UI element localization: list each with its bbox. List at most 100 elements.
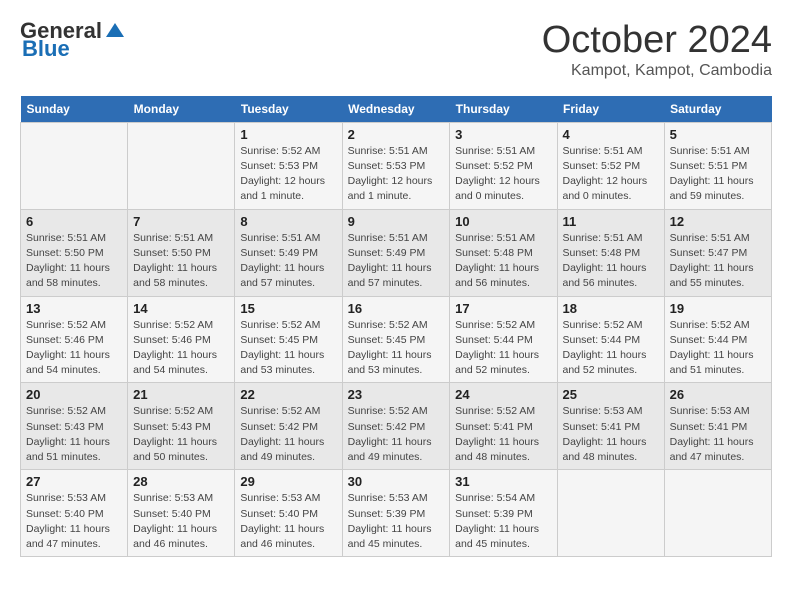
day-info: Sunrise: 5:52 AM Sunset: 5:44 PM Dayligh…	[670, 318, 766, 379]
week-row-2: 6 Sunrise: 5:51 AM Sunset: 5:50 PM Daylig…	[21, 209, 772, 296]
logo-arrow-icon	[104, 19, 126, 41]
day-info: Sunrise: 5:51 AM Sunset: 5:48 PM Dayligh…	[563, 231, 659, 292]
calendar-cell: 24Sunrise: 5:52 AM Sunset: 5:41 PM Dayli…	[450, 383, 557, 470]
day-info: Sunrise: 5:53 AM Sunset: 5:40 PM Dayligh…	[240, 491, 336, 552]
day-number: 17	[455, 301, 551, 316]
calendar-cell: 16 Sunrise: 5:52 AM Sunset: 5:45 PM Dayli…	[342, 296, 450, 383]
day-number: 29	[240, 474, 336, 489]
day-number: 2	[348, 127, 445, 142]
calendar-cell: 7 Sunrise: 5:51 AM Sunset: 5:50 PM Daylig…	[128, 209, 235, 296]
day-info: Sunrise: 5:52 AM Sunset: 5:43 PM Dayligh…	[133, 404, 229, 465]
week-row-3: 13 Sunrise: 5:52 AM Sunset: 5:46 PM Dayli…	[21, 296, 772, 383]
month-title: October 2024	[542, 20, 772, 62]
calendar-cell: 8Sunrise: 5:51 AM Sunset: 5:49 PM Daylig…	[235, 209, 342, 296]
day-info: Sunrise: 5:53 AM Sunset: 5:40 PM Dayligh…	[133, 491, 229, 552]
day-info: Sunrise: 5:52 AM Sunset: 5:42 PM Dayligh…	[240, 404, 336, 465]
day-number: 11	[563, 214, 659, 229]
calendar-cell: 30 Sunrise: 5:53 AM Sunset: 5:39 PM Dayli…	[342, 470, 450, 557]
day-info: Sunrise: 5:51 AM Sunset: 5:50 PM Dayligh…	[133, 231, 229, 292]
day-info: Sunrise: 5:52 AM Sunset: 5:45 PM Dayligh…	[348, 318, 445, 379]
day-number: 8	[240, 214, 336, 229]
day-number: 15	[240, 301, 336, 316]
day-number: 14	[133, 301, 229, 316]
calendar-cell: 4 Sunrise: 5:51 AM Sunset: 5:52 PM Daylig…	[557, 122, 664, 209]
day-number: 27	[26, 474, 122, 489]
day-number: 26	[670, 387, 766, 402]
calendar-cell	[557, 470, 664, 557]
day-info: Sunrise: 5:51 AM Sunset: 5:49 PM Dayligh…	[348, 231, 445, 292]
day-info: Sunrise: 5:53 AM Sunset: 5:39 PM Dayligh…	[348, 491, 445, 552]
calendar-cell: 18Sunrise: 5:52 AM Sunset: 5:44 PM Dayli…	[557, 296, 664, 383]
calendar-cell: 11 Sunrise: 5:51 AM Sunset: 5:48 PM Dayli…	[557, 209, 664, 296]
week-row-4: 20 Sunrise: 5:52 AM Sunset: 5:43 PM Dayli…	[21, 383, 772, 470]
day-number: 24	[455, 387, 551, 402]
calendar-cell: 21Sunrise: 5:52 AM Sunset: 5:43 PM Dayli…	[128, 383, 235, 470]
calendar-cell: 5 Sunrise: 5:51 AM Sunset: 5:51 PM Daylig…	[664, 122, 771, 209]
day-number: 9	[348, 214, 445, 229]
calendar-cell: 22 Sunrise: 5:52 AM Sunset: 5:42 PM Dayli…	[235, 383, 342, 470]
day-number: 19	[670, 301, 766, 316]
day-info: Sunrise: 5:51 AM Sunset: 5:48 PM Dayligh…	[455, 231, 551, 292]
day-number: 23	[348, 387, 445, 402]
calendar-cell: 31 Sunrise: 5:54 AM Sunset: 5:39 PM Dayli…	[450, 470, 557, 557]
calendar-table: SundayMondayTuesdayWednesdayThursdayFrid…	[20, 96, 772, 557]
page-header: General Blue October 2024 Kampot, Kampot…	[20, 20, 772, 80]
day-number: 7	[133, 214, 229, 229]
day-info: Sunrise: 5:52 AM Sunset: 5:45 PM Dayligh…	[240, 318, 336, 379]
title-block: October 2024 Kampot, Kampot, Cambodia	[542, 20, 772, 80]
week-row-5: 27 Sunrise: 5:53 AM Sunset: 5:40 PM Dayli…	[21, 470, 772, 557]
calendar-cell: 27 Sunrise: 5:53 AM Sunset: 5:40 PM Dayli…	[21, 470, 128, 557]
week-row-1: 1 Sunrise: 5:52 AM Sunset: 5:53 PM Daylig…	[21, 122, 772, 209]
day-number: 28	[133, 474, 229, 489]
calendar-cell	[21, 122, 128, 209]
day-number: 20	[26, 387, 122, 402]
day-info: Sunrise: 5:52 AM Sunset: 5:43 PM Dayligh…	[26, 404, 122, 465]
day-info: Sunrise: 5:51 AM Sunset: 5:47 PM Dayligh…	[670, 231, 766, 292]
day-info: Sunrise: 5:52 AM Sunset: 5:46 PM Dayligh…	[26, 318, 122, 379]
day-info: Sunrise: 5:52 AM Sunset: 5:53 PM Dayligh…	[240, 144, 336, 205]
col-header-wednesday: Wednesday	[342, 96, 450, 123]
day-number: 13	[26, 301, 122, 316]
calendar-cell: 23Sunrise: 5:52 AM Sunset: 5:42 PM Dayli…	[342, 383, 450, 470]
day-info: Sunrise: 5:53 AM Sunset: 5:41 PM Dayligh…	[670, 404, 766, 465]
location: Kampot, Kampot, Cambodia	[542, 62, 772, 80]
day-number: 4	[563, 127, 659, 142]
calendar-cell: 2 Sunrise: 5:51 AM Sunset: 5:53 PM Daylig…	[342, 122, 450, 209]
day-info: Sunrise: 5:53 AM Sunset: 5:41 PM Dayligh…	[563, 404, 659, 465]
day-number: 5	[670, 127, 766, 142]
calendar-cell: 12Sunrise: 5:51 AM Sunset: 5:47 PM Dayli…	[664, 209, 771, 296]
day-info: Sunrise: 5:52 AM Sunset: 5:44 PM Dayligh…	[563, 318, 659, 379]
calendar-cell: 10Sunrise: 5:51 AM Sunset: 5:48 PM Dayli…	[450, 209, 557, 296]
calendar-cell: 3Sunrise: 5:51 AM Sunset: 5:52 PM Daylig…	[450, 122, 557, 209]
calendar-cell: 17 Sunrise: 5:52 AM Sunset: 5:44 PM Dayli…	[450, 296, 557, 383]
day-number: 31	[455, 474, 551, 489]
calendar-cell	[128, 122, 235, 209]
day-number: 1	[240, 127, 336, 142]
day-number: 16	[348, 301, 445, 316]
calendar-cell: 15 Sunrise: 5:52 AM Sunset: 5:45 PM Dayli…	[235, 296, 342, 383]
calendar-header-row: SundayMondayTuesdayWednesdayThursdayFrid…	[21, 96, 772, 123]
day-info: Sunrise: 5:51 AM Sunset: 5:52 PM Dayligh…	[563, 144, 659, 205]
calendar-cell: 20 Sunrise: 5:52 AM Sunset: 5:43 PM Dayli…	[21, 383, 128, 470]
col-header-monday: Monday	[128, 96, 235, 123]
calendar-cell: 26 Sunrise: 5:53 AM Sunset: 5:41 PM Dayli…	[664, 383, 771, 470]
day-info: Sunrise: 5:51 AM Sunset: 5:51 PM Dayligh…	[670, 144, 766, 205]
calendar-cell: 29 Sunrise: 5:53 AM Sunset: 5:40 PM Dayli…	[235, 470, 342, 557]
logo: General Blue	[20, 20, 126, 60]
logo-blue-text: Blue	[22, 38, 70, 60]
day-number: 22	[240, 387, 336, 402]
day-number: 30	[348, 474, 445, 489]
calendar-cell: 25Sunrise: 5:53 AM Sunset: 5:41 PM Dayli…	[557, 383, 664, 470]
day-info: Sunrise: 5:51 AM Sunset: 5:50 PM Dayligh…	[26, 231, 122, 292]
calendar-cell: 28 Sunrise: 5:53 AM Sunset: 5:40 PM Dayli…	[128, 470, 235, 557]
calendar-cell: 19 Sunrise: 5:52 AM Sunset: 5:44 PM Dayli…	[664, 296, 771, 383]
calendar-cell: 13 Sunrise: 5:52 AM Sunset: 5:46 PM Dayli…	[21, 296, 128, 383]
day-info: Sunrise: 5:54 AM Sunset: 5:39 PM Dayligh…	[455, 491, 551, 552]
day-info: Sunrise: 5:53 AM Sunset: 5:40 PM Dayligh…	[26, 491, 122, 552]
day-info: Sunrise: 5:52 AM Sunset: 5:44 PM Dayligh…	[455, 318, 551, 379]
calendar-cell: 6 Sunrise: 5:51 AM Sunset: 5:50 PM Daylig…	[21, 209, 128, 296]
day-number: 3	[455, 127, 551, 142]
col-header-tuesday: Tuesday	[235, 96, 342, 123]
day-info: Sunrise: 5:51 AM Sunset: 5:53 PM Dayligh…	[348, 144, 445, 205]
day-number: 6	[26, 214, 122, 229]
